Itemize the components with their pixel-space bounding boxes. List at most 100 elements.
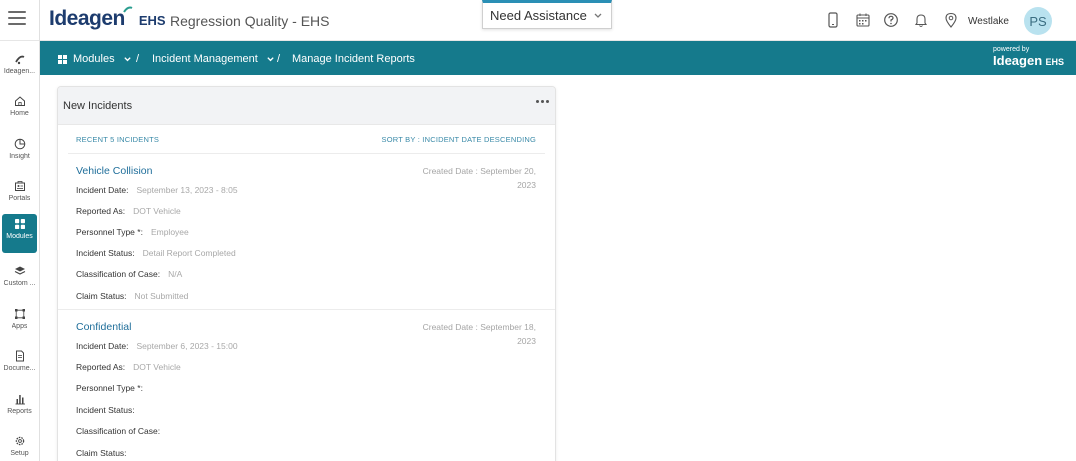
sort-by-label[interactable]: SORT BY : INCIDENT DATE DESCENDING	[382, 135, 536, 144]
more-options-icon[interactable]	[536, 100, 549, 103]
modules-grid-icon	[58, 54, 67, 64]
field-label: Reported As:	[76, 362, 126, 372]
created-date-line: Created Date : September 18,	[422, 322, 536, 332]
logo-suffix: EHS	[138, 13, 166, 28]
powered-by-brand: Ideagen	[993, 53, 1043, 68]
incident-field: Classification of Case: N/A	[76, 269, 182, 279]
incident-field: Personnel Type *:	[76, 383, 151, 393]
incident-field: Claim Status: Not Submitted	[76, 291, 188, 301]
documents-icon	[15, 350, 24, 362]
calendar-icon[interactable]	[855, 12, 871, 28]
sidebar-item-label: Reports	[7, 408, 32, 415]
incident-field: Incident Status:	[76, 405, 143, 415]
breadcrumb-modules[interactable]: Modules	[58, 53, 132, 65]
sidebar-item-apps[interactable]: Apps	[2, 304, 37, 343]
sidebar-item-modules[interactable]: Modules	[2, 214, 37, 253]
mobile-icon[interactable]	[825, 12, 841, 28]
sidebar-item-label: Custom ...	[3, 280, 36, 287]
header-divider	[39, 0, 40, 41]
sidebar-item-reports[interactable]: Reports	[2, 389, 37, 428]
created-date-year: 2023	[517, 336, 536, 346]
avatar[interactable]: PS	[1024, 7, 1052, 35]
field-value: Detail Report Completed	[142, 248, 236, 258]
incident-field: Personnel Type *: Employee	[76, 227, 189, 237]
custom-icon	[14, 266, 25, 275]
breadcrumb-current: Manage Incident Reports	[292, 53, 415, 65]
card-header: New Incidents	[58, 87, 555, 125]
new-incidents-card: New Incidents RECENT 5 INCIDENTS SORT BY…	[57, 86, 556, 461]
sidebar-item-custom[interactable]: Custom ...	[2, 261, 37, 300]
field-value: N/A	[168, 269, 183, 279]
incident-field: Incident Date: September 13, 2023 - 8:05	[76, 185, 238, 195]
card-title: New Incidents	[63, 100, 133, 112]
field-label: Incident Date:	[76, 185, 129, 195]
field-label: Classification of Case:	[76, 426, 161, 436]
sidebar-item-portals[interactable]: Portals	[2, 176, 37, 215]
sidebar-item-label: Insight	[9, 153, 30, 160]
field-label: Personnel Type *:	[76, 383, 143, 393]
created-date: Created Date : September 20, 2023	[406, 164, 536, 192]
sidebar-item-label: Modules	[6, 233, 33, 240]
field-label: Incident Status:	[76, 248, 135, 258]
portals-icon	[14, 181, 25, 191]
field-label: Classification of Case:	[76, 269, 161, 279]
sidebar: Ideagen... Home Insight Portals Modules …	[0, 41, 40, 461]
incident-field: Reported As: DOT Vehicle	[76, 206, 181, 216]
sidebar-item-label: Apps	[11, 323, 28, 330]
field-label: Claim Status:	[76, 448, 127, 458]
chevron-down-icon	[123, 56, 131, 61]
incident-field: Incident Status: Detail Report Completed	[76, 248, 236, 258]
sidebar-item-label: Portals	[8, 195, 31, 202]
logo-swoosh-icon	[123, 6, 133, 13]
sidebar-item-insight[interactable]: Insight	[2, 134, 37, 173]
field-value: September 13, 2023 - 8:05	[136, 185, 238, 195]
location-label[interactable]: Westlake	[968, 16, 1009, 27]
chevron-down-icon	[594, 13, 602, 18]
sidebar-item-setup[interactable]: Setup	[2, 431, 37, 461]
logo[interactable]: Ideagen EHS	[49, 6, 166, 31]
created-date-year: 2023	[517, 180, 536, 190]
home-icon	[14, 96, 25, 106]
location-pin-icon[interactable]	[943, 12, 959, 28]
sidebar-item-documents[interactable]: Docume...	[2, 346, 37, 385]
chevron-down-icon	[267, 56, 274, 61]
need-assistance-dropdown[interactable]: Need Assistance	[482, 0, 612, 29]
top-header: Ideagen EHS Regression Quality - EHS Nee…	[0, 0, 1076, 41]
bell-icon[interactable]	[913, 12, 929, 28]
apps-icon	[14, 309, 25, 319]
sidebar-item-label: Setup	[10, 450, 29, 457]
breadcrumb-modules-label: Modules	[73, 53, 115, 65]
breadcrumb-incident-management[interactable]: Incident Management	[152, 53, 275, 65]
breadcrumb-separator: /	[277, 53, 281, 65]
breadcrumb-separator: /	[136, 53, 140, 65]
incident-title-link[interactable]: Confidential	[76, 321, 131, 333]
incident-field: Claim Status:	[76, 448, 135, 458]
created-date-line: Created Date : September 20,	[422, 166, 536, 176]
sidebar-item-home[interactable]: Home	[2, 91, 37, 130]
field-value: DOT Vehicle	[133, 206, 181, 216]
sidebar-item-label: Ideagen...	[3, 68, 36, 75]
recent-incidents-label: RECENT 5 INCIDENTS	[76, 135, 160, 144]
field-value: September 6, 2023 - 15:00	[136, 341, 238, 351]
field-label: Incident Date:	[76, 341, 129, 351]
insight-icon	[14, 138, 25, 150]
divider	[58, 309, 555, 310]
incident-title-link[interactable]: Vehicle Collision	[76, 165, 152, 177]
sidebar-item-label: Home	[10, 110, 29, 117]
help-icon[interactable]	[883, 12, 899, 28]
sidebar-item-ideagen[interactable]: Ideagen...	[2, 49, 37, 88]
need-assistance-label: Need Assistance	[490, 8, 587, 23]
field-value: Employee	[150, 227, 189, 237]
field-value: Not Submitted	[134, 291, 189, 301]
powered-by-logo: powered by Ideagen EHS	[993, 46, 1064, 68]
menu-icon[interactable]	[8, 11, 26, 25]
setup-icon	[15, 436, 24, 446]
app-title: Regression Quality - EHS	[170, 13, 330, 29]
powered-by-text: powered by	[993, 46, 1030, 53]
divider	[68, 153, 545, 154]
incident-field: Incident Date: September 6, 2023 - 15:00	[76, 341, 238, 351]
field-label: Reported As:	[76, 206, 126, 216]
field-label: Incident Status:	[76, 405, 135, 415]
breadcrumb-incident-management-label: Incident Management	[152, 53, 258, 65]
incident-field: Reported As: DOT Vehicle	[76, 362, 181, 372]
